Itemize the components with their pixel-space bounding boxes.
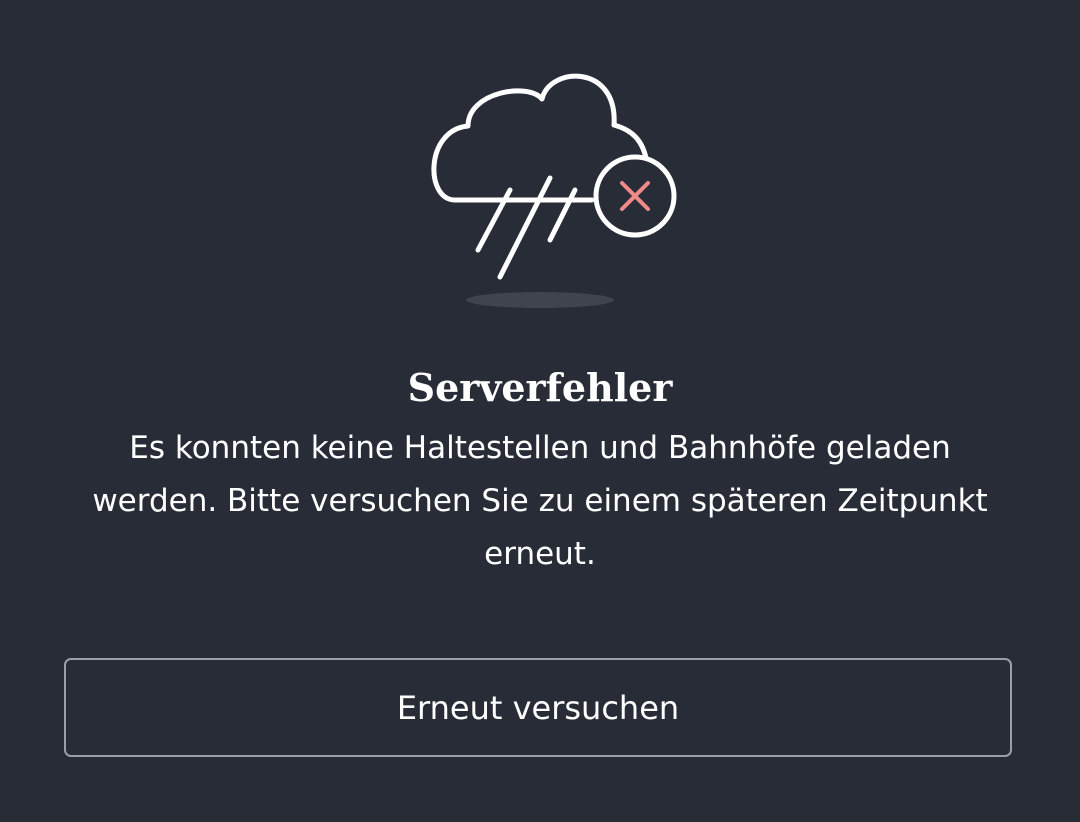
retry-button[interactable]: Erneut versuchen <box>64 658 1012 757</box>
ground-shadow <box>466 292 614 308</box>
error-message: Es konnten keine Haltestellen und Bahnhö… <box>92 430 988 572</box>
error-screen: Serverfehler Es konnten keine Haltestell… <box>0 0 1080 822</box>
error-title: Serverfehler <box>407 365 673 410</box>
cloud-rain-error-icon <box>431 73 677 308</box>
